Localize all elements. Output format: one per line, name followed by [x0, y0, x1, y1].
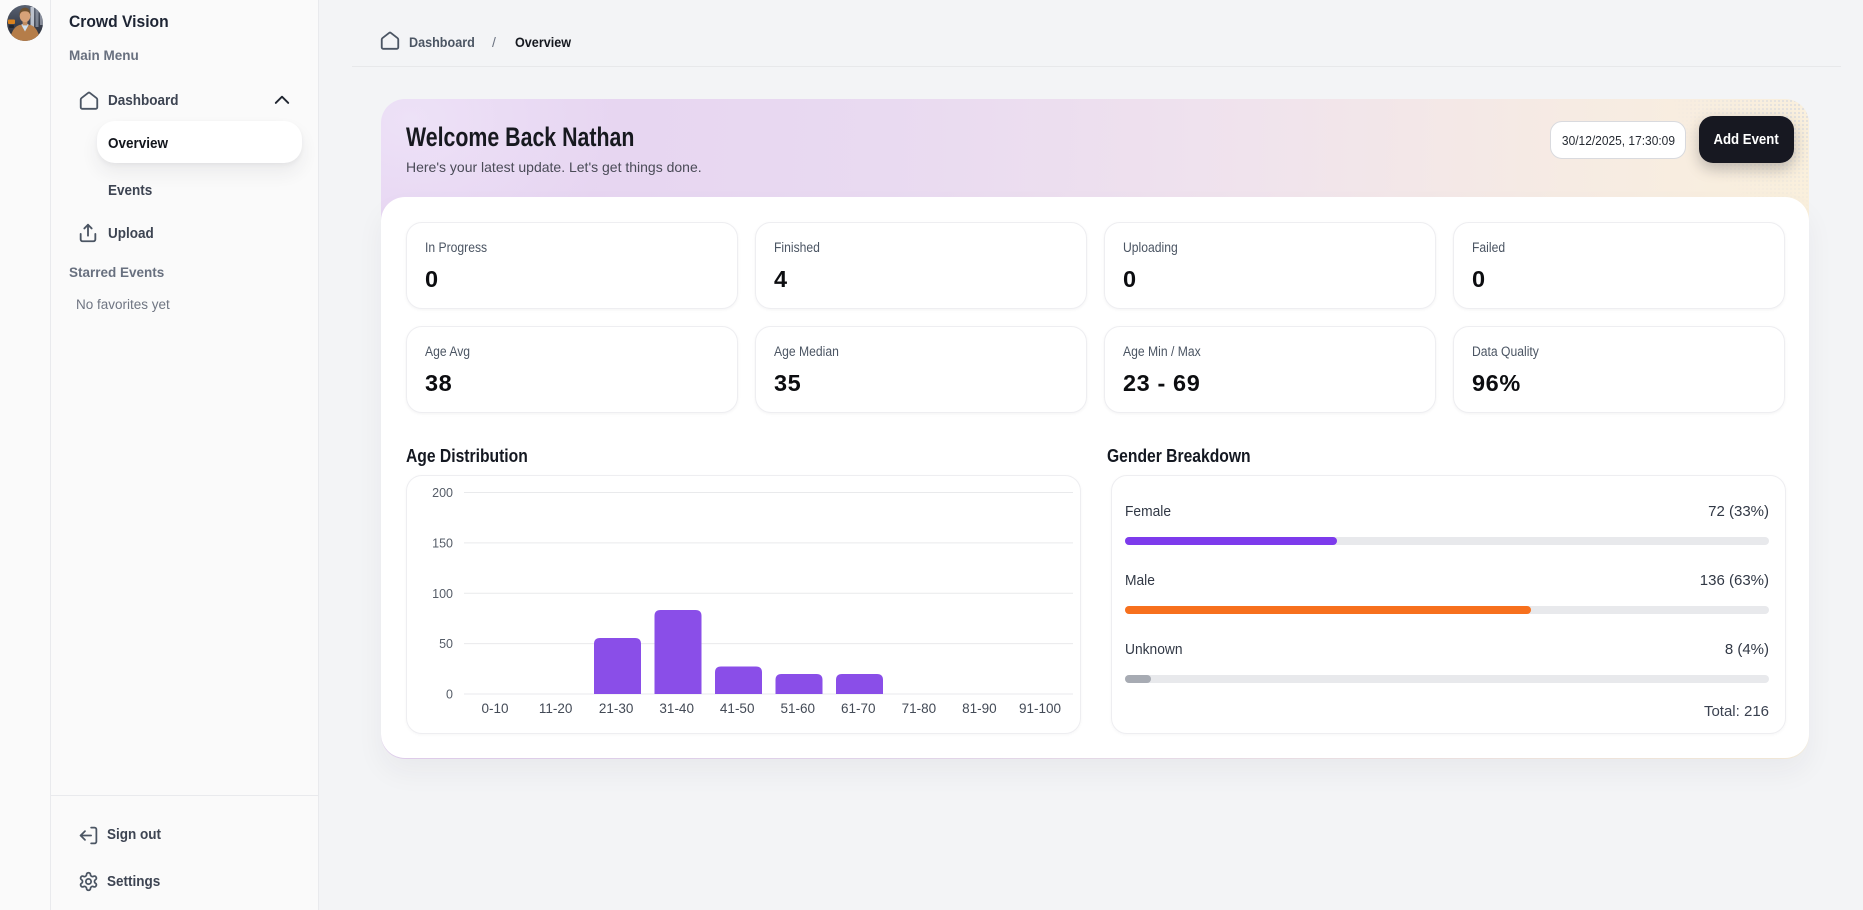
svg-text:91-100: 91-100 — [1019, 701, 1061, 716]
svg-text:31-40: 31-40 — [659, 701, 694, 716]
svg-text:21-30: 21-30 — [599, 701, 634, 716]
svg-text:71-80: 71-80 — [902, 701, 937, 716]
svg-text:100: 100 — [432, 587, 453, 601]
svg-text:61-70: 61-70 — [841, 701, 876, 716]
svg-text:51-60: 51-60 — [781, 701, 816, 716]
svg-text:200: 200 — [432, 486, 453, 500]
svg-text:11-20: 11-20 — [539, 701, 573, 716]
svg-text:0-10: 0-10 — [481, 701, 508, 716]
svg-text:50: 50 — [439, 637, 453, 651]
svg-text:0: 0 — [446, 688, 453, 702]
svg-text:41-50: 41-50 — [720, 701, 755, 716]
svg-text:150: 150 — [432, 536, 453, 550]
svg-text:81-90: 81-90 — [962, 701, 997, 716]
